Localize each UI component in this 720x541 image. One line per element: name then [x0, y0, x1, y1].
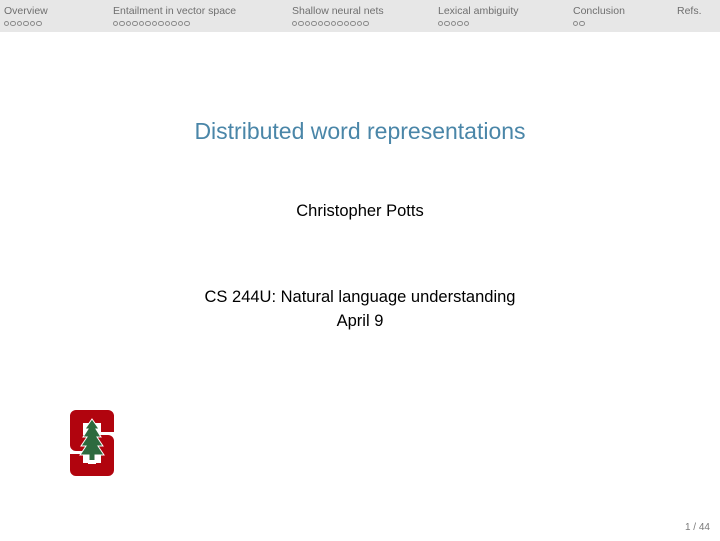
- nav-slide-dot[interactable]: [463, 21, 470, 27]
- nav-section-label[interactable]: Shallow neural nets: [292, 5, 384, 17]
- nav-slide-dot[interactable]: [356, 21, 363, 27]
- nav-slide-dot[interactable]: [292, 21, 298, 27]
- nav-slide-dot[interactable]: [324, 21, 330, 27]
- nav-slide-dot[interactable]: [164, 21, 171, 27]
- nav-section-label[interactable]: Conclusion: [573, 5, 625, 17]
- nav-slide-dot[interactable]: [171, 21, 177, 27]
- nav-section-shallow-neural-nets[interactable]: Shallow neural nets: [292, 5, 384, 27]
- page-number: 1 / 44: [684, 522, 710, 533]
- course-name: CS 244U: Natural language understanding: [204, 288, 516, 306]
- nav-section-label[interactable]: Lexical ambiguity: [438, 5, 519, 17]
- nav-slide-dot[interactable]: [138, 21, 145, 27]
- nav-slide-dot[interactable]: [311, 21, 317, 27]
- nav-slide-dot[interactable]: [145, 21, 151, 27]
- nav-slide-dot[interactable]: [304, 21, 311, 27]
- nav-slide-dot[interactable]: [330, 21, 337, 27]
- nav-slide-dot[interactable]: [444, 21, 450, 27]
- nav-slide-dot[interactable]: [119, 21, 125, 27]
- nav-slide-dots: [292, 21, 384, 27]
- nav-slide-dot[interactable]: [579, 21, 585, 27]
- nav-section-label[interactable]: Refs.: [677, 5, 702, 17]
- nav-slide-dot[interactable]: [177, 21, 184, 27]
- section-navigation-bar: Overview Entailment in vector space Shal…: [0, 0, 720, 32]
- nav-slide-dot[interactable]: [29, 21, 36, 27]
- nav-slide-dot[interactable]: [10, 21, 16, 27]
- nav-section-label[interactable]: Entailment in vector space: [113, 5, 236, 17]
- nav-slide-dots: [438, 21, 519, 27]
- nav-slide-dot[interactable]: [132, 21, 138, 27]
- nav-slide-dot[interactable]: [113, 21, 119, 27]
- nav-section-conclusion[interactable]: Conclusion: [573, 5, 625, 27]
- nav-slide-dot[interactable]: [23, 21, 29, 27]
- nav-slide-dot[interactable]: [343, 21, 350, 27]
- nav-slide-dot[interactable]: [125, 21, 132, 27]
- nav-slide-dot[interactable]: [317, 21, 324, 27]
- nav-section-overview[interactable]: Overview: [4, 5, 48, 27]
- presentation-date: April 9: [336, 312, 384, 330]
- nav-slide-dot[interactable]: [438, 21, 444, 27]
- stanford-s-tree-logo-icon: [70, 410, 114, 476]
- nav-slide-dots: [573, 21, 625, 27]
- nav-slide-dots: [4, 21, 48, 27]
- nav-slide-dot[interactable]: [450, 21, 457, 27]
- nav-slide-dot[interactable]: [363, 21, 369, 27]
- nav-slide-dots: [113, 21, 236, 27]
- nav-slide-dot[interactable]: [16, 21, 23, 27]
- nav-slide-dot[interactable]: [298, 21, 304, 27]
- nav-slide-dot[interactable]: [457, 21, 463, 27]
- nav-section-refs[interactable]: Refs.: [677, 5, 702, 21]
- nav-slide-dot[interactable]: [337, 21, 343, 27]
- author-name: Christopher Potts: [296, 202, 424, 220]
- slide-title: Distributed word representations: [194, 118, 526, 144]
- nav-section-lexical-ambiguity[interactable]: Lexical ambiguity: [438, 5, 519, 27]
- nav-slide-dot[interactable]: [36, 21, 42, 27]
- nav-slide-dot[interactable]: [350, 21, 356, 27]
- nav-slide-dot[interactable]: [4, 21, 10, 27]
- nav-slide-dot[interactable]: [573, 21, 579, 27]
- nav-slide-dot[interactable]: [184, 21, 190, 27]
- nav-slide-dot[interactable]: [158, 21, 164, 27]
- nav-section-label[interactable]: Overview: [4, 5, 48, 17]
- nav-slide-dot[interactable]: [151, 21, 158, 27]
- nav-section-entailment[interactable]: Entailment in vector space: [113, 5, 236, 27]
